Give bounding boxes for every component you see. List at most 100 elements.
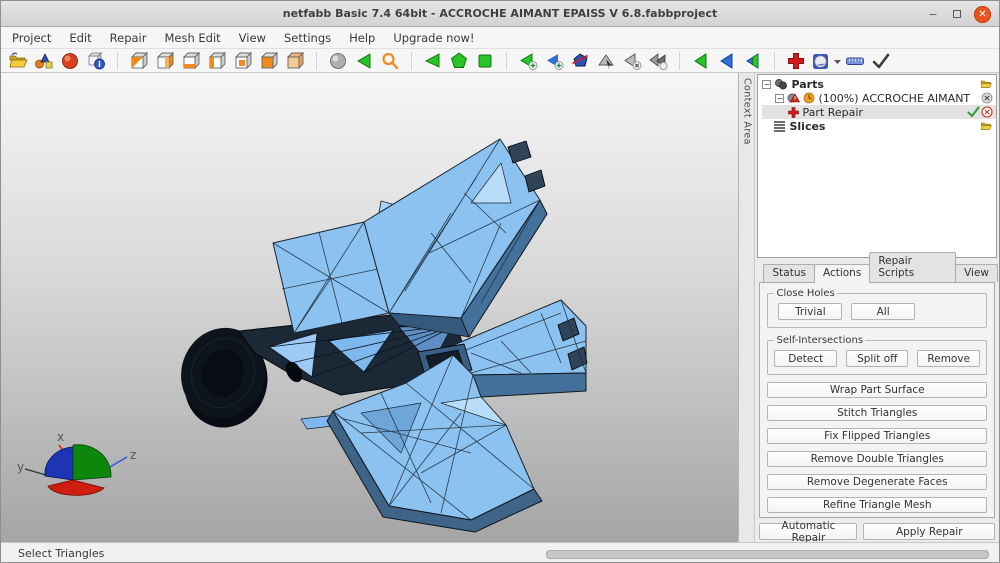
- add-triangle-selection-icon[interactable]: [518, 51, 538, 71]
- split-off-button[interactable]: Split off: [846, 350, 909, 367]
- toolbar-separator: [316, 52, 317, 70]
- apply-check-icon[interactable]: [967, 106, 980, 118]
- refine-triangle-mesh-button[interactable]: Refine Triangle Mesh: [767, 497, 987, 513]
- tree-row-slices[interactable]: Slices: [762, 119, 996, 133]
- menu-edit[interactable]: Edit: [60, 28, 100, 48]
- expander-part-icon[interactable]: −: [775, 94, 784, 103]
- shell-menu-icon[interactable]: [812, 51, 832, 71]
- view-cube-right-icon[interactable]: [155, 51, 175, 71]
- fix-flipped-triangles-button[interactable]: Fix Flipped Triangles: [767, 428, 987, 444]
- self-intersections-group: Self-Intersections Detect Split off Remo…: [767, 335, 987, 375]
- tree-label-part-repair: Part Repair: [802, 106, 862, 119]
- select-shell-icon[interactable]: [475, 51, 495, 71]
- tree-row-part-repair[interactable]: Part Repair: [762, 105, 996, 119]
- magnifier-icon[interactable]: [380, 51, 400, 71]
- all-button[interactable]: All: [851, 303, 915, 320]
- context-area-strip[interactable]: Context Area: [738, 73, 756, 542]
- open-folder-icon[interactable]: [979, 78, 993, 90]
- toolbar-separator: [679, 52, 680, 70]
- tab-view[interactable]: View: [955, 264, 998, 282]
- window-controls: − ✕: [926, 1, 991, 27]
- close-holes-legend: Close Holes: [774, 288, 836, 299]
- main-area: x y z Context Area − Parts: [1, 73, 999, 542]
- shaded-sphere-icon[interactable]: [328, 51, 348, 71]
- automatic-repair-button[interactable]: Automatic Repair: [759, 523, 857, 540]
- status-progress-bar: [546, 550, 989, 559]
- collapse-green-icon[interactable]: [691, 51, 711, 71]
- tree-label-slices: Slices: [789, 120, 825, 133]
- toolbar: i: [1, 49, 999, 73]
- part-warning-icon: [787, 92, 800, 104]
- tree-row-part[interactable]: − (100%) ACCROCHE AIMANT EPAI: [762, 91, 996, 105]
- remove-double-triangles-button[interactable]: Remove Double Triangles: [767, 451, 987, 467]
- stitch-triangles-button[interactable]: Stitch Triangles: [767, 405, 987, 421]
- pick-triangle-icon[interactable]: [596, 51, 616, 71]
- tab-status[interactable]: Status: [763, 264, 814, 282]
- detect-button[interactable]: Detect: [774, 350, 837, 367]
- add-part-icon[interactable]: [34, 51, 54, 71]
- select-triangle-icon[interactable]: [423, 51, 443, 71]
- close-holes-group: Close Holes Trivial All: [767, 288, 987, 328]
- wrap-part-surface-button[interactable]: Wrap Part Surface: [767, 382, 987, 398]
- menu-help[interactable]: Help: [340, 28, 384, 48]
- context-area-label: Context Area: [742, 73, 753, 145]
- measure-icon[interactable]: [845, 51, 865, 71]
- toolbar-separator: [774, 52, 775, 70]
- slices-icon: [773, 120, 786, 132]
- add-surface-selection-icon[interactable]: [544, 51, 564, 71]
- title-bar[interactable]: netfabb Basic 7.4 64bit - ACCROCHE AIMAN…: [1, 1, 999, 27]
- tree-row-parts[interactable]: − Parts: [762, 77, 996, 91]
- part-clock-icon: [803, 92, 815, 104]
- tab-actions[interactable]: Actions: [814, 264, 870, 283]
- clear-selection-icon[interactable]: [622, 51, 642, 71]
- parts-tree: − Parts −: [757, 74, 997, 258]
- self-intersections-legend: Self-Intersections: [774, 335, 865, 346]
- view-cube-front-icon[interactable]: [259, 51, 279, 71]
- open-project-icon[interactable]: [8, 51, 28, 71]
- cut-mesh-icon[interactable]: [570, 51, 590, 71]
- status-bar: Select Triangles: [1, 542, 999, 563]
- collapse-mixed-icon[interactable]: [743, 51, 763, 71]
- select-surface-icon[interactable]: [449, 51, 469, 71]
- remove-icon[interactable]: [981, 92, 993, 104]
- minimize-button[interactable]: −: [926, 7, 940, 21]
- menu-repair[interactable]: Repair: [101, 28, 156, 48]
- view-cube-top-icon[interactable]: [129, 51, 149, 71]
- view-cube-iso-icon[interactable]: [285, 51, 305, 71]
- remove-button[interactable]: Remove: [917, 350, 980, 367]
- toolbar-separator: [506, 52, 507, 70]
- shell-menu-caret-icon[interactable]: [833, 51, 842, 71]
- trivial-button[interactable]: Trivial: [778, 303, 842, 320]
- cancel-icon[interactable]: [981, 106, 993, 118]
- zoom-to-part-icon[interactable]: [354, 51, 374, 71]
- close-button[interactable]: ✕: [974, 6, 991, 23]
- expander-parts-icon[interactable]: −: [762, 80, 771, 89]
- maximize-button[interactable]: [950, 7, 964, 21]
- view-cube-left-icon[interactable]: [207, 51, 227, 71]
- 3d-viewport[interactable]: x y z: [1, 73, 738, 542]
- menu-project[interactable]: Project: [3, 28, 60, 48]
- apply-repair-button[interactable]: Apply Repair: [863, 523, 995, 540]
- apply-check-icon[interactable]: [871, 51, 891, 71]
- tree-label-part: (100%) ACCROCHE AIMANT EPAI: [818, 92, 973, 105]
- menu-upgrade-now[interactable]: Upgrade now!: [384, 28, 483, 48]
- context-tabs: Status Actions Repair Scripts View: [757, 263, 997, 282]
- repair-plus-icon: [788, 107, 799, 118]
- menu-view[interactable]: View: [230, 28, 275, 48]
- window-title: netfabb Basic 7.4 64bit - ACCROCHE AIMAN…: [283, 7, 717, 20]
- invert-selection-icon[interactable]: [648, 51, 668, 71]
- svg-text:i: i: [98, 60, 101, 69]
- axis-y-label: y: [17, 460, 24, 474]
- view-cube-bottom-icon[interactable]: [181, 51, 201, 71]
- open-folder-icon[interactable]: [979, 120, 993, 132]
- menu-settings[interactable]: Settings: [275, 28, 340, 48]
- menu-mesh-edit[interactable]: Mesh Edit: [155, 28, 229, 48]
- collapse-blue-icon[interactable]: [717, 51, 737, 71]
- view-cube-back-icon[interactable]: [233, 51, 253, 71]
- tab-repair-scripts[interactable]: Repair Scripts: [869, 252, 956, 282]
- part-info-icon[interactable]: i: [86, 51, 106, 71]
- repair-part-icon[interactable]: [60, 51, 80, 71]
- new-repair-icon[interactable]: [786, 51, 806, 71]
- tree-label-parts: Parts: [791, 78, 823, 91]
- remove-degenerate-faces-button[interactable]: Remove Degenerate Faces: [767, 474, 987, 490]
